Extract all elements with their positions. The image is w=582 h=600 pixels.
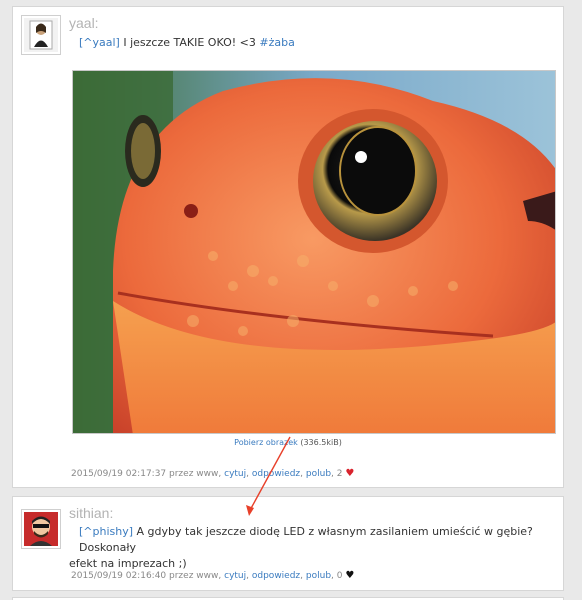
- like-link[interactable]: polub: [306, 571, 331, 581]
- avatar-image: [24, 18, 58, 52]
- heart-icon[interactable]: ♥: [345, 570, 354, 581]
- like-count: 0: [336, 571, 343, 581]
- post-author[interactable]: sithian:: [69, 505, 113, 521]
- reply-link[interactable]: odpowiedz: [252, 469, 300, 479]
- post-author[interactable]: yaal:: [69, 15, 99, 31]
- post: yaal: [^yaal] I jeszcze TAKIE OKO! <3 #ż…: [12, 6, 564, 488]
- avatar[interactable]: [21, 15, 61, 55]
- like-count: 2: [336, 469, 343, 479]
- message-text: I jeszcze TAKIE OKO! <3: [119, 36, 260, 49]
- reply-link[interactable]: odpowiedz: [252, 571, 300, 581]
- hashtag-link[interactable]: #żaba: [259, 36, 294, 49]
- message-text: A gdyby tak jeszcze diodę LED z własnym …: [79, 525, 533, 554]
- post-message: [^phishy] A gdyby tak jeszcze diodę LED …: [69, 524, 555, 572]
- post-timestamp: 2015/09/19 02:16:40 przez: [71, 571, 194, 581]
- page: yaal: [^yaal] I jeszcze TAKIE OKO! <3 #ż…: [0, 0, 582, 600]
- download-image-link[interactable]: Pobierz obrazek: [234, 438, 298, 447]
- avatar[interactable]: [21, 509, 61, 549]
- download-line: Pobierz obrazek (336.5kiB): [13, 438, 563, 447]
- post-meta: 2015/09/19 02:17:37 przez www, cytuj, od…: [71, 468, 355, 479]
- post-via: www: [196, 469, 219, 479]
- like-link[interactable]: polub: [306, 469, 331, 479]
- quote-link[interactable]: cytuj: [224, 469, 246, 479]
- post-image[interactable]: [72, 70, 556, 434]
- post: sithian: [^phishy] A gdyby tak jeszcze d…: [12, 496, 564, 591]
- heart-icon[interactable]: ♥: [345, 468, 354, 479]
- post-timestamp: 2015/09/19 02:17:37 przez: [71, 469, 194, 479]
- quote-link[interactable]: cytuj: [224, 571, 246, 581]
- post-meta: 2015/09/19 02:16:40 przez www, cytuj, od…: [71, 570, 355, 581]
- frog-photo: [73, 71, 555, 433]
- mention-link[interactable]: [^phishy]: [79, 525, 133, 538]
- mention-link[interactable]: [^yaal]: [79, 36, 120, 49]
- post-via: www: [196, 571, 219, 581]
- post-message: [^yaal] I jeszcze TAKIE OKO! <3 #żaba: [79, 35, 555, 51]
- download-size: (336.5kiB): [300, 438, 342, 447]
- avatar-image: [24, 512, 58, 546]
